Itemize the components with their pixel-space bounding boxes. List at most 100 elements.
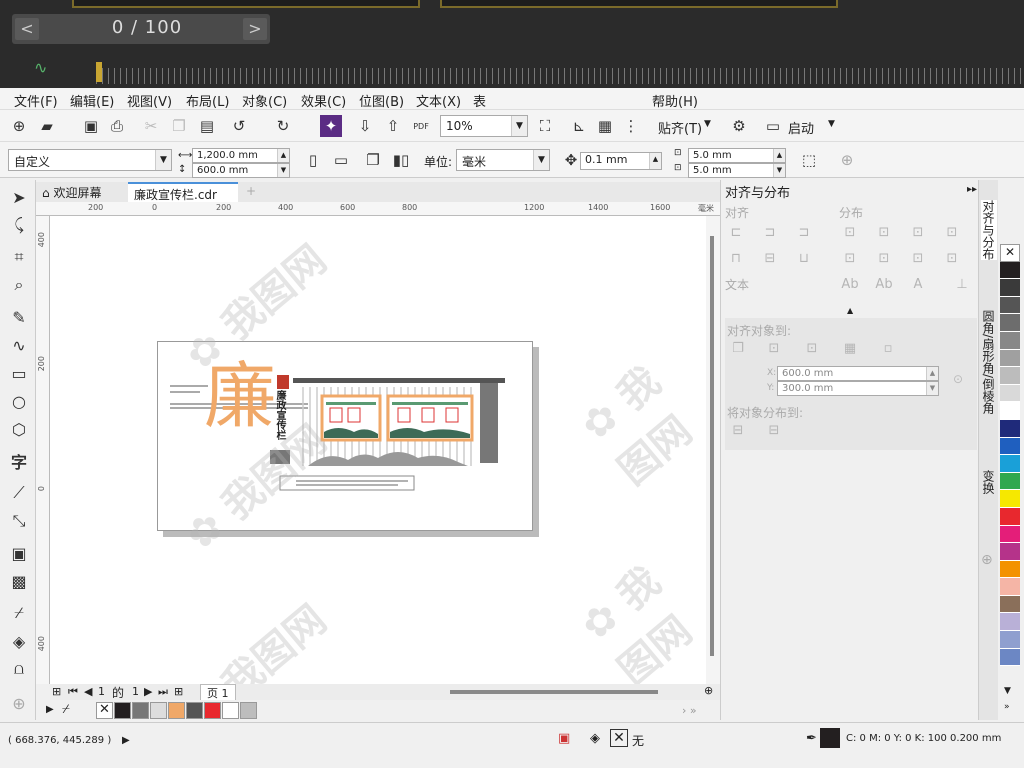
polygon-tool-icon[interactable]: ⬡ xyxy=(8,418,30,440)
page-height-field[interactable]: 600.0 mm ▼ xyxy=(192,163,290,178)
smart-fill-icon[interactable]: ⩍ xyxy=(8,658,30,680)
paste-icon[interactable]: ▤ xyxy=(196,115,218,137)
show-guidelines-icon[interactable]: ⋮ xyxy=(620,115,642,137)
color-swatch[interactable] xyxy=(132,702,149,719)
color-swatch[interactable] xyxy=(222,702,239,719)
menu-edit[interactable]: 编辑(E) xyxy=(70,91,114,110)
color-swatch[interactable] xyxy=(1000,279,1020,297)
first-page-icon[interactable]: ⏮ xyxy=(68,685,78,699)
specified-point-icon[interactable]: ▫ xyxy=(879,340,897,358)
prev-button[interactable]: < xyxy=(15,18,39,40)
palette-menu-icon[interactable]: ▶ xyxy=(46,704,54,715)
drawing-canvas[interactable]: 廉 廉政宣传栏 ✿ 我图网 ✿ 我图网 ✿ 我图网 ✿ 我图网 ✿ 我图网 xyxy=(50,216,706,740)
menu-object[interactable]: 对象(C) xyxy=(242,91,287,110)
color-swatch[interactable] xyxy=(1000,455,1020,473)
grid-icon[interactable]: ▦ xyxy=(841,340,859,358)
undo-icon[interactable]: ↺ xyxy=(228,115,250,137)
options-gear-icon[interactable]: ⚙ xyxy=(728,115,750,137)
scroll-thumb[interactable] xyxy=(710,236,714,656)
align-bottom-icon[interactable]: ⊔ xyxy=(795,250,813,268)
color-swatch[interactable] xyxy=(1000,490,1020,508)
color-swatch[interactable] xyxy=(204,702,221,719)
distribute-bottom-icon[interactable]: ⊡ xyxy=(909,250,927,268)
color-swatch[interactable] xyxy=(1000,402,1020,420)
color-swatch[interactable] xyxy=(1000,367,1020,385)
align-y-field[interactable]: 300.0 mm ▼ xyxy=(777,381,939,396)
zoom-tool-icon[interactable]: ⌕ xyxy=(8,274,30,296)
add-tool-icon[interactable]: ⊕ xyxy=(8,692,30,714)
palette-expand-icon[interactable]: » xyxy=(1004,702,1010,712)
color-swatch[interactable] xyxy=(1000,349,1020,368)
save-icon[interactable]: ▣ xyxy=(80,115,102,137)
zoom-select[interactable]: 10% ▼ xyxy=(440,115,528,137)
color-swatch[interactable] xyxy=(114,702,131,719)
color-swatch[interactable] xyxy=(1000,507,1020,526)
rectangle-tool-icon[interactable]: ▭ xyxy=(8,362,30,384)
color-swatch[interactable] xyxy=(1000,578,1020,596)
cut-icon[interactable]: ✂ xyxy=(140,115,162,137)
align-center-v-icon[interactable]: ⊟ xyxy=(761,250,779,268)
tab-align-distribute[interactable]: 对齐与分布 xyxy=(981,200,997,260)
drop-shadow-tool-icon[interactable]: ▣ xyxy=(8,542,30,564)
color-swatch[interactable] xyxy=(186,702,203,719)
search-content-icon[interactable]: ✦ xyxy=(320,115,342,137)
current-page-icon[interactable]: ▮▯ xyxy=(390,149,412,171)
interactive-fill-icon[interactable]: ◈ xyxy=(8,630,30,652)
page-edge-icon[interactable]: ⊡ xyxy=(765,340,783,358)
duplicate-y-field[interactable]: 5.0 mm ▼ xyxy=(688,163,786,178)
add-page-icon[interactable]: ⊞ xyxy=(52,685,61,698)
new-tab-plus-icon[interactable]: + xyxy=(240,182,262,202)
pdf-export-icon[interactable]: PDF xyxy=(410,115,432,137)
horizontal-ruler[interactable]: 200 0 200 400 600 800 1200 1400 1600 毫米 xyxy=(36,202,720,216)
page-border-icon[interactable]: ⬚ xyxy=(798,149,820,171)
portrait-icon[interactable]: ▯ xyxy=(302,149,324,171)
color-swatch[interactable] xyxy=(1000,613,1020,632)
menu-layout[interactable]: 布局(L) xyxy=(186,91,229,110)
dimension-tool-icon[interactable]: ⟋ xyxy=(8,482,30,504)
last-page-icon[interactable]: ⏭ xyxy=(158,685,168,699)
nudge-distance-field[interactable]: 0.1 mm ▲ xyxy=(580,152,662,170)
crop-tool-icon[interactable]: ⌗ xyxy=(8,246,30,268)
menu-help[interactable]: 帮助(H) xyxy=(652,91,698,110)
freehand-tool-icon[interactable]: ✎ xyxy=(8,306,30,328)
expand-up-icon[interactable]: ▲ xyxy=(847,306,853,315)
color-swatch[interactable] xyxy=(1000,525,1020,544)
copy-icon[interactable]: ❐ xyxy=(168,115,190,137)
color-swatch[interactable] xyxy=(1000,261,1020,280)
distribute-spacing-v-icon[interactable]: ⊡ xyxy=(943,250,961,268)
distribute-right-icon[interactable]: ⊡ xyxy=(909,224,927,242)
color-swatch[interactable] xyxy=(1000,419,1020,438)
export-icon[interactable]: ⇧ xyxy=(382,115,404,137)
outline-color-swatch[interactable] xyxy=(820,728,840,748)
color-swatch[interactable] xyxy=(1000,437,1020,456)
new-document-icon[interactable]: ⊕ xyxy=(8,115,30,137)
snap-to-menu[interactable]: 贴齐(T) xyxy=(658,118,702,137)
show-rulers-icon[interactable]: ⊾ xyxy=(568,115,590,137)
align-left-icon[interactable]: ⊏ xyxy=(727,224,745,242)
document-page[interactable]: 廉 廉政宣传栏 xyxy=(157,341,533,531)
full-screen-icon[interactable]: ⛶ xyxy=(534,115,556,137)
collapse-icon[interactable]: ▸▸ xyxy=(967,184,977,195)
show-grid-icon[interactable]: ▦ xyxy=(594,115,616,137)
color-swatch[interactable] xyxy=(1000,595,1020,614)
chevron-down-icon[interactable]: ▼ xyxy=(828,119,835,129)
distribute-page-icon[interactable]: ⊟ xyxy=(765,422,783,440)
eyedropper-icon[interactable]: ⌿ xyxy=(62,702,70,717)
distribute-left-icon[interactable]: ⊡ xyxy=(841,224,859,242)
artistic-media-icon[interactable]: ∿ xyxy=(8,334,30,356)
color-swatch[interactable] xyxy=(1000,648,1020,667)
active-object-icon[interactable]: ❐ xyxy=(729,340,747,358)
pin-icon[interactable]: ⊥ xyxy=(953,276,971,294)
color-swatch[interactable] xyxy=(1000,631,1020,649)
menu-bitmaps[interactable]: 位图(B) xyxy=(359,91,404,110)
page-size-preset[interactable]: 自定义 ▼ xyxy=(8,149,172,171)
big-character-lian[interactable]: 廉 xyxy=(204,356,276,436)
menu-effects[interactable]: 效果(C) xyxy=(301,91,346,110)
horizontal-scroll-thumb[interactable] xyxy=(450,690,658,694)
align-x-field[interactable]: 600.0 mm ▲ xyxy=(777,366,939,381)
menu-view[interactable]: 视图(V) xyxy=(127,91,172,110)
tab-fillet-scallop[interactable]: 圆角/扇形角/倒棱角 xyxy=(981,310,997,414)
zoom-fit-icon[interactable]: ⊕ xyxy=(704,684,713,697)
prev-page-icon[interactable]: ◀ xyxy=(84,685,92,698)
chevron-down-icon[interactable]: ▼ xyxy=(704,119,711,129)
